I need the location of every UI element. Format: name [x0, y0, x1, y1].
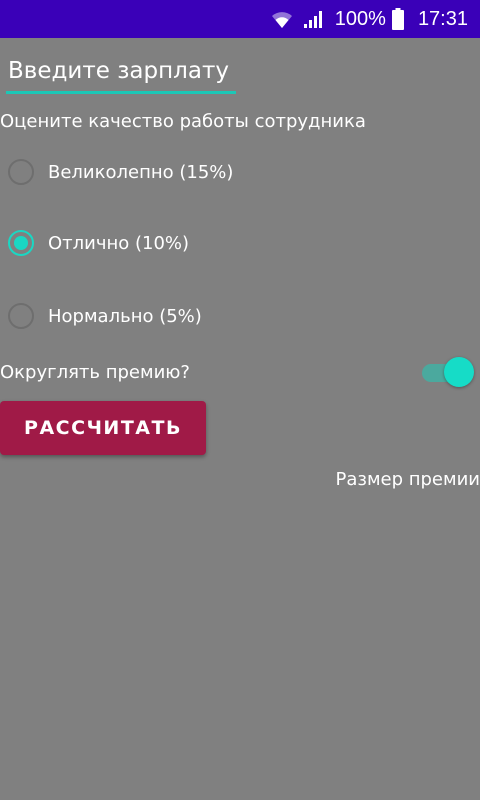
wifi-icon [271, 9, 293, 29]
signal-icon [303, 9, 325, 29]
radio-normal-5[interactable]: Нормально (5%) [8, 300, 202, 332]
radio-great-10[interactable]: Отлично (10%) [8, 227, 189, 259]
radio-dot-icon [14, 236, 28, 250]
calculate-button[interactable]: РАССЧИТАТЬ [0, 401, 206, 455]
round-bonus-switch[interactable] [418, 356, 476, 388]
battery-icon [391, 8, 404, 30]
status-bar: 100% 17:31 [0, 0, 480, 38]
radio-label: Великолепно (15%) [48, 161, 234, 183]
battery-percent: 100% [334, 7, 386, 30]
radio-button-icon[interactable] [8, 159, 34, 185]
radio-excellent-15[interactable]: Великолепно (15%) [8, 156, 233, 188]
clock-time: 17:31 [417, 7, 468, 30]
bonus-result-text: Размер премии [335, 469, 480, 490]
radio-button-checked-icon[interactable] [8, 230, 34, 256]
salary-input[interactable] [6, 54, 236, 94]
radio-label: Нормально (5%) [48, 305, 202, 327]
radio-button-icon[interactable] [8, 303, 34, 329]
quality-label: Оцените качество работы сотрудника [0, 111, 366, 132]
switch-thumb[interactable] [444, 357, 474, 387]
radio-label: Отлично (10%) [48, 232, 190, 254]
round-bonus-label: Округлять премию? [0, 362, 190, 383]
